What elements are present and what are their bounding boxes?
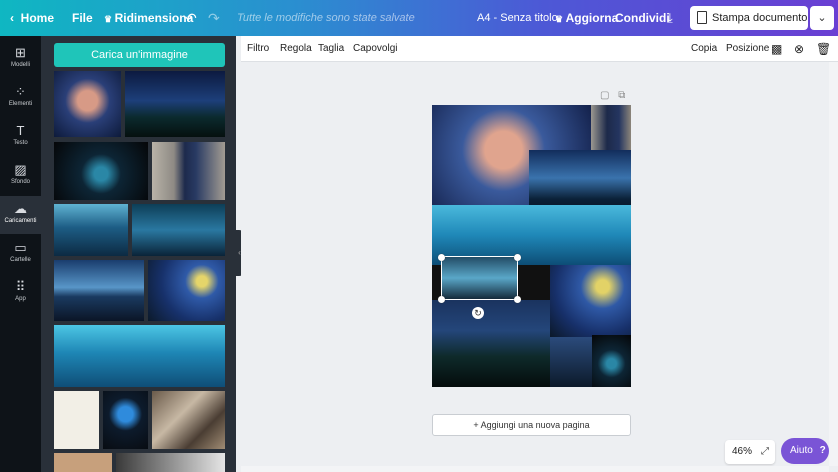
filter-button[interactable]: Filtro [247,36,269,62]
templates-icon: ⊞ [15,45,26,60]
upload-thumbnail[interactable] [148,260,225,321]
rail-item-app[interactable]: ⠿ App [0,274,41,312]
undo-icon[interactable]: ↶ [185,0,197,36]
upload-image-button[interactable]: Carica un'immagine [54,43,225,67]
rail-item-cartelle[interactable]: ▭ Cartelle [0,235,41,273]
upload-thumbnail[interactable] [152,391,225,449]
chevron-left-icon: ‹ [10,11,21,25]
uploads-panel: Carica un'immagine [41,36,236,472]
upload-thumbnail[interactable] [54,391,99,449]
resize-handle[interactable] [514,296,521,303]
upload-thumbnail[interactable] [125,71,225,137]
elements-icon: ⁘ [15,84,26,99]
document-icon [697,11,707,24]
text-icon: T [16,123,25,138]
resize-handle[interactable] [438,254,445,261]
rotate-icon[interactable]: ↻ [472,307,484,319]
collage-photo-night-forest[interactable] [432,300,550,387]
rail-item-elementi[interactable]: ⁘ Elementi [0,79,41,117]
horizontal-scrollbar[interactable] [241,466,829,472]
notes-icon[interactable]: ▢ [600,90,609,101]
vertical-scrollbar[interactable] [829,62,838,466]
rail-item-testo[interactable]: T Testo [0,118,41,156]
zoom-control[interactable]: 46% ⤢ [725,440,775,464]
help-icon: ? [819,445,826,456]
crown-icon: ♛ [555,14,566,24]
autosave-status: Tutte le modifiche sono state salvate [237,12,415,24]
adjust-button[interactable]: Regola [280,36,312,62]
link-icon[interactable]: ⊗ [794,36,804,62]
home-button[interactable]: ‹ Home [10,0,54,36]
zoom-level: 46% [732,446,753,457]
help-button[interactable]: Aiuto ? [781,438,829,464]
design-page[interactable]: ↻ [432,105,631,387]
collage-photo-suit[interactable] [591,105,631,150]
resize-handle[interactable] [438,296,445,303]
page-tools: ▢ ⧉ [600,90,625,101]
upload-thumbnail[interactable] [54,71,121,137]
resize-button[interactable]: ♛ Ridimensiona [104,0,193,36]
top-bar: ‹ Home File ♛ Ridimensiona ↶ ↷ Tutte le … [0,0,838,48]
upload-thumbnail[interactable] [54,204,128,256]
file-menu[interactable]: File [72,0,93,36]
upload-thumbnail[interactable] [152,142,225,200]
collage-photo-fill[interactable] [550,337,592,387]
upload-thumbnail[interactable] [54,260,144,321]
flip-button[interactable]: Capovolgi [353,36,397,62]
background-icon: ▨ [14,162,27,177]
share-button[interactable]: Condividi [615,0,670,36]
editor-app: ‹ Home File ♛ Ridimensiona ↶ ↷ Tutte le … [0,0,838,472]
redo-icon[interactable]: ↷ [208,0,220,36]
collage-photo-swimmer[interactable] [432,205,631,265]
collage-photo-room-selected[interactable] [441,256,518,300]
upload-cloud-icon: ☁ [14,201,27,216]
expand-icon[interactable]: ⤢ [761,440,769,464]
folder-icon: ▭ [14,240,27,255]
trash-icon[interactable]: 🗑 [816,36,831,62]
crown-icon: ♛ [104,14,115,24]
rail-item-caricamenti[interactable]: ☁ Caricamenti [0,196,41,234]
collage-photo-starry-night[interactable] [550,265,631,337]
position-button[interactable]: Posizione [726,36,769,62]
upgrade-button[interactable]: ♛ Aggiorna [555,0,618,36]
chevron-down-icon[interactable]: ⌄ [810,6,834,30]
upload-thumbnail[interactable] [116,453,225,472]
apps-grid-icon: ⠿ [15,279,26,294]
crop-button[interactable]: Taglia [318,36,344,62]
document-title[interactable]: A4 - Senza titolo [477,0,558,36]
context-toolbar: Filtro Regola Taglia Capovolgi Copia Pos… [241,36,838,62]
upload-thumbnail[interactable] [103,391,148,449]
add-page-button[interactable]: + Aggiungi una nuova pagina [432,414,631,436]
left-rail: ⊞ Modelli ⁘ Elementi T Testo ▨ Sfondo ☁ … [0,36,41,472]
collage-photo-dark-room[interactable] [592,335,631,387]
upload-thumbnail[interactable] [54,142,148,200]
duplicate-page-icon[interactable]: ⧉ [618,90,625,101]
print-document-button[interactable]: Stampa documento (A4) [690,6,808,48]
transparency-icon[interactable]: ▩ [771,36,782,62]
rail-item-sfondo[interactable]: ▨ Sfondo [0,157,41,195]
upload-thumbnail[interactable] [54,453,112,472]
upload-thumbnail[interactable] [54,325,225,387]
copy-style-button[interactable]: Copia [691,36,717,62]
upload-thumbnail[interactable] [132,204,225,256]
download-icon[interactable]: ⤓ [667,0,673,36]
rail-item-modelli[interactable]: ⊞ Modelli [0,40,41,78]
resize-handle[interactable] [514,254,521,261]
